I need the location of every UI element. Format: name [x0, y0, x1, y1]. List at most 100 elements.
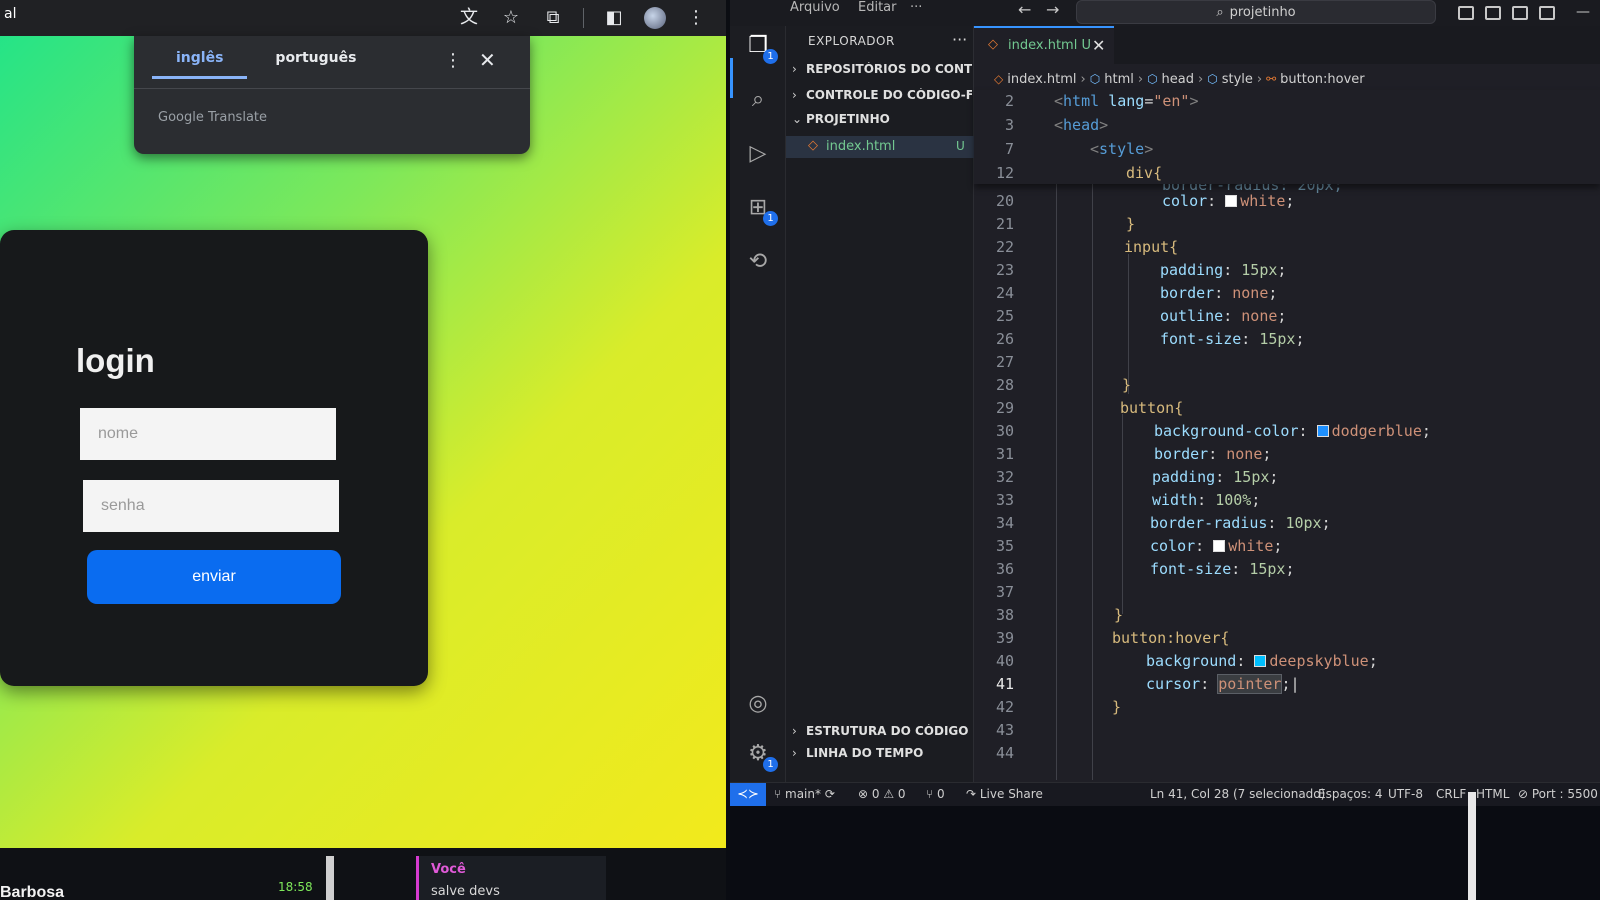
code-line[interactable]: 12 div{: [974, 162, 1600, 185]
extensions-puzzle-icon[interactable]: ⧉: [541, 6, 565, 30]
section-source-control[interactable]: › CONTROLE DO CÓDIGO-F...: [792, 88, 972, 110]
minimize-icon[interactable]: —: [1576, 4, 1590, 20]
line-ending[interactable]: CRLF: [1436, 787, 1466, 801]
selected-text[interactable]: pointer: [1217, 674, 1283, 694]
code-line-current[interactable]: 41 cursor: pointer;|: [974, 673, 1600, 696]
color-swatch[interactable]: [1254, 655, 1267, 667]
line-number: 26: [995, 330, 1014, 348]
problems-indicator[interactable]: ⊗ 0 ⚠ 0: [858, 787, 906, 801]
section-repositories[interactable]: › REPOSITÓRIOS DO CONTR...: [792, 62, 972, 84]
code-line[interactable]: 25 outline: none;: [974, 305, 1600, 328]
extensions-icon[interactable]: ⊞ 1: [744, 194, 778, 226]
code-line[interactable]: 28}: [974, 374, 1600, 397]
menu-editar[interactable]: Editar: [858, 0, 897, 15]
code-line[interactable]: 30 background-color: dodgerblue;: [974, 420, 1600, 443]
name-input[interactable]: [80, 408, 336, 460]
profile-avatar[interactable]: [644, 7, 666, 29]
color-swatch[interactable]: [1316, 425, 1329, 437]
password-input[interactable]: [83, 480, 339, 532]
code-line[interactable]: 39 button:hover{: [974, 627, 1600, 650]
search-icon[interactable]: ⌕: [744, 86, 772, 114]
language-mode[interactable]: HTML: [1476, 787, 1509, 801]
section-timeline[interactable]: › LINHA DO TEMPO: [792, 746, 972, 768]
ports-indicator[interactable]: ⑂ 0: [926, 787, 945, 801]
live-server-port[interactable]: ⊘ Port : 5500: [1518, 787, 1598, 801]
code-line[interactable]: 2 <html lang="en">: [974, 90, 1600, 113]
file-index-html[interactable]: ◇ index.html U: [786, 136, 974, 158]
submit-button[interactable]: enviar: [87, 550, 341, 604]
bookmark-star-icon[interactable]: ☆: [499, 6, 523, 30]
chat-message-card[interactable]: Você salve devs: [416, 856, 606, 900]
code-token: background: [1146, 652, 1237, 670]
remote-explorer-icon[interactable]: ⟲: [744, 248, 772, 276]
code-line[interactable]: 23 padding: 15px;: [974, 259, 1600, 282]
color-swatch[interactable]: [1213, 540, 1226, 552]
code-line[interactable]: 42}: [974, 696, 1600, 719]
indentation[interactable]: Espaços: 4: [1318, 787, 1383, 801]
tab-index-html[interactable]: ◇ index.html U ✕: [974, 26, 1114, 64]
chat-contact-name[interactable]: Barbosa: [0, 884, 64, 900]
code-line[interactable]: 27: [974, 351, 1600, 374]
code-line[interactable]: 37: [974, 581, 1600, 604]
explorer-more-icon[interactable]: ···: [952, 30, 967, 49]
section-label: REPOSITÓRIOS DO CONTR...: [806, 62, 972, 76]
code-line[interactable]: 21}: [974, 213, 1600, 236]
cursor-position[interactable]: Ln 41, Col 28 (7 selecionado): [1150, 787, 1325, 801]
close-icon[interactable]: ✕: [479, 48, 496, 72]
section-project[interactable]: ⌄ PROJETINHO: [792, 112, 972, 134]
remote-indicator-icon[interactable]: ≺≻: [730, 783, 766, 807]
settings-gear-icon[interactable]: ⚙ 1: [744, 740, 778, 772]
breadcrumb-item[interactable]: html: [1104, 72, 1134, 87]
code-line[interactable]: 20 color: white;: [974, 190, 1600, 213]
branch-icon: ⑂: [774, 787, 786, 801]
code-line[interactable]: 36 font-size: 15px;: [974, 558, 1600, 581]
code-line[interactable]: 34 border-radius: 10px;: [974, 512, 1600, 535]
menu-arquivo[interactable]: Arquivo: [790, 0, 840, 15]
tab-portuguese[interactable]: português: [269, 46, 362, 79]
code-line[interactable]: 35 color: white;: [974, 535, 1600, 558]
toggle-sidebar-icon[interactable]: [1458, 6, 1474, 20]
code-line[interactable]: 40 background: deepskyblue;: [974, 650, 1600, 673]
menu-more[interactable]: ···: [910, 0, 922, 15]
toggle-panel-icon[interactable]: [1485, 6, 1501, 20]
explorer-files-icon[interactable]: ❐ 1: [744, 32, 778, 64]
close-tab-icon[interactable]: ✕: [1092, 36, 1105, 55]
code-line[interactable]: 24 border: none;: [974, 282, 1600, 305]
more-options-icon[interactable]: ⋮: [444, 50, 462, 71]
customize-layout-icon[interactable]: [1539, 6, 1555, 20]
encoding[interactable]: UTF-8: [1388, 787, 1423, 801]
tab-english[interactable]: inglês: [152, 46, 248, 79]
section-outline[interactable]: › ESTRUTURA DO CÓDIGO: [792, 724, 972, 746]
breadcrumb-item[interactable]: head: [1162, 72, 1194, 87]
toggle-secondary-sidebar-icon[interactable]: [1512, 6, 1528, 20]
code-line[interactable]: 33 width: 100%;: [974, 489, 1600, 512]
code-line[interactable]: 22 input{: [974, 236, 1600, 259]
breadcrumb-item[interactable]: style: [1222, 72, 1253, 87]
code-line[interactable]: 7 <style>: [974, 138, 1600, 161]
code-line[interactable]: 38}: [974, 604, 1600, 627]
sticky-scroll: 2 <html lang="en"> 3 <head> 7 <style> 12 div…: [974, 90, 1600, 184]
back-arrow-icon[interactable]: ←: [1018, 0, 1031, 19]
run-debug-icon[interactable]: ▷: [744, 140, 772, 168]
color-swatch[interactable]: [1225, 195, 1238, 207]
code-line[interactable]: 3 <head>: [974, 114, 1600, 137]
account-icon[interactable]: ◎: [744, 690, 772, 718]
forward-arrow-icon[interactable]: →: [1046, 0, 1059, 19]
code-line[interactable]: 31 border: none;: [974, 443, 1600, 466]
live-share-button[interactable]: ↷ Live Share: [966, 787, 1043, 801]
code-token: background-color: [1154, 422, 1299, 440]
code-line[interactable]: 32 padding: 15px;: [974, 466, 1600, 489]
code-line[interactable]: 26 font-size: 15px;: [974, 328, 1600, 351]
breadcrumb-item[interactable]: button:hover: [1280, 72, 1365, 87]
code-area[interactable]: border-radius: 20px; 20 color: white; 21}…: [974, 184, 1600, 780]
translate-icon[interactable]: 文: [457, 6, 481, 30]
code-line[interactable]: 44: [974, 742, 1600, 765]
code-line[interactable]: 29 button{: [974, 397, 1600, 420]
command-center[interactable]: ⌕ projetinho: [1076, 0, 1436, 24]
branch-indicator[interactable]: ⑂ main* ⟳: [774, 787, 835, 801]
code-line[interactable]: 43: [974, 719, 1600, 742]
browser-menu-icon[interactable]: ⋮: [684, 6, 708, 30]
breadcrumb-item[interactable]: index.html: [1007, 72, 1076, 87]
side-panel-icon[interactable]: ◧: [602, 6, 626, 30]
chevron-right-icon: ›: [1256, 71, 1263, 87]
